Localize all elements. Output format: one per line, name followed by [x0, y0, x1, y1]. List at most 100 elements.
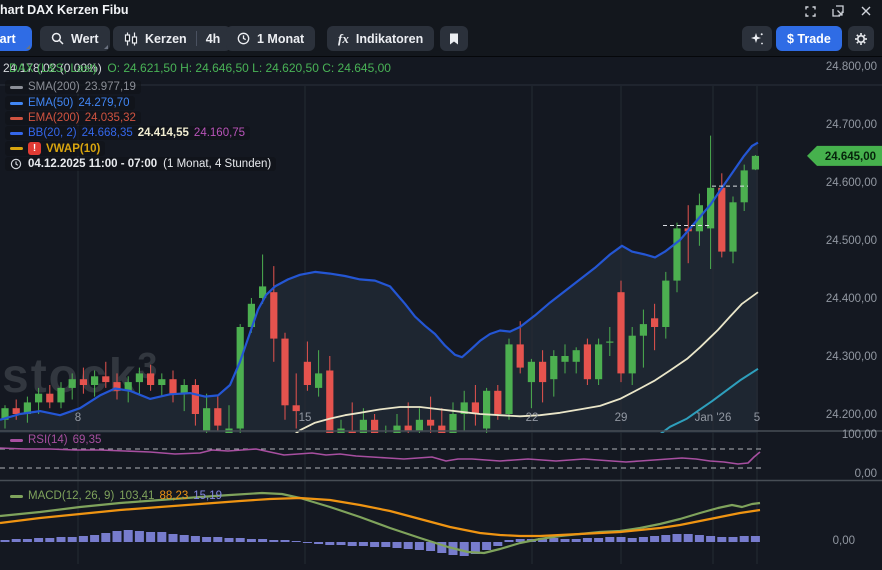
price-axis-label[interactable]: 24.500,00 [826, 235, 877, 247]
time-range-settings: (1 Monat, 4 Stunden) [163, 158, 271, 170]
bookmark-button[interactable] [440, 26, 468, 51]
candle-body [46, 394, 53, 403]
macd-histogram-bar [12, 539, 21, 542]
macd-histogram-bar [303, 542, 312, 543]
price-axis-label[interactable]: 24.700,00 [826, 119, 877, 131]
legend-sma200[interactable]: SMA(200) 23.977,19 [5, 80, 141, 94]
candle-body [293, 405, 300, 411]
macd-histogram-bar [751, 536, 760, 542]
symbol-search-button[interactable]: Wert [40, 26, 110, 51]
macd-histogram-bar [661, 535, 670, 542]
bb-color-dash [10, 132, 23, 135]
popout-icon[interactable] [832, 5, 844, 17]
close-icon[interactable] [860, 5, 872, 17]
macd-histogram-bar [213, 537, 222, 542]
candle-body [752, 156, 759, 170]
candle-body [662, 281, 669, 327]
macd-histogram-bar [493, 542, 502, 546]
macd-label: MACD(12, 26, 9) [28, 490, 114, 502]
candle-body [270, 292, 277, 338]
period-button[interactable]: 1 Monat [226, 26, 315, 51]
macd-histogram-bar [572, 539, 581, 542]
candle-body [517, 344, 524, 367]
x-axis-label: 22 [526, 412, 539, 424]
macd-histogram-bar [370, 542, 379, 547]
macd-histogram-bar [113, 531, 122, 542]
trade-button-label: $ Trade [787, 32, 831, 46]
ema200-value: 24.035,32 [85, 112, 136, 124]
macd-histogram-bar [482, 542, 491, 550]
symbol-ohlc-row[interactable]: DAX (L&S, Last) O: 24.621,50 H: 24.646,5… [9, 61, 391, 75]
macd-histogram-bar [45, 538, 54, 542]
timeframe-button[interactable]: 4h [206, 32, 221, 46]
ai-assistant-button[interactable] [742, 26, 772, 51]
macd-histogram-bar [706, 536, 715, 542]
macd-histogram-bar [505, 540, 514, 542]
macd-histogram-bar [269, 540, 278, 542]
rsi-axis-label[interactable]: 0,00 [855, 468, 877, 480]
rsi-axis-label[interactable]: 100,00 [842, 429, 877, 441]
macd-axis-label[interactable]: 0,00 [833, 535, 855, 547]
symbol-name: DAX (L&S, Last) [9, 61, 97, 75]
vwap-error-icon[interactable]: ! [28, 142, 41, 155]
legend-macd[interactable]: MACD(12, 26, 9) 103,41 88,23 15,19 [5, 489, 227, 503]
candle-body [416, 420, 423, 432]
legend-bollinger[interactable]: BB(20, 2) 24.668,35 24.414,55 24.160,75 [5, 126, 250, 140]
candle-body [69, 379, 76, 388]
indicators-button[interactable]: fx Indikatoren [327, 26, 434, 51]
legend-ema50[interactable]: EMA(50) 24.279,70 [5, 96, 135, 110]
candle-body [573, 350, 580, 362]
trade-button[interactable]: $ Trade [776, 26, 842, 51]
macd-histogram-bar [650, 536, 659, 542]
macd-histogram-bar [359, 542, 368, 546]
symbol-search-label: Wert [71, 32, 99, 46]
macd-histogram-bar [549, 538, 558, 542]
macd-color-dash [10, 495, 23, 498]
macd-histogram-bar [325, 542, 334, 545]
time-range-text: 04.12.2025 11:00 - 07:00 [28, 158, 157, 170]
macd-histogram-bar [617, 537, 626, 542]
price-axis-label[interactable]: 24.600,00 [826, 177, 877, 189]
bb-upper-value: 24.668,35 [82, 127, 133, 139]
last-price-tag-label: 24.645,00 [825, 151, 876, 163]
x-axis-label: 29 [615, 412, 628, 424]
macd-histogram-bar [717, 537, 726, 542]
candle-body [349, 431, 356, 443]
ema50-color-dash [10, 102, 23, 105]
price-axis-label[interactable]: 24.300,00 [826, 351, 877, 363]
sma200-color-dash [10, 86, 23, 89]
chart-toolbar: Chart Wert Kerzen 4h 1 Monat fx Indikato… [0, 22, 882, 57]
candle-body [472, 402, 479, 414]
macd-histogram-bar [157, 532, 166, 542]
settings-button[interactable] [848, 26, 874, 51]
candle-body [102, 376, 109, 382]
period-label: 1 Monat [257, 32, 304, 46]
price-axis-label[interactable]: 24.400,00 [826, 293, 877, 305]
candle-body [281, 339, 288, 406]
price-axis-label[interactable]: 24.800,00 [826, 61, 877, 73]
gear-icon [854, 32, 868, 46]
legend-ema200[interactable]: EMA(200) 24.035,32 [5, 111, 141, 125]
macd-histogram-bar [460, 542, 469, 556]
macd-histogram-bar [639, 537, 648, 542]
window-title: Chart DAX Kerzen Fibu [0, 3, 129, 17]
legend-rsi[interactable]: RSI(14) 69,35 [5, 433, 106, 447]
fullscreen-icon[interactable] [804, 5, 816, 17]
candle-body [561, 356, 568, 362]
macd-histogram-bar [337, 542, 346, 545]
candle-body [158, 379, 165, 385]
candle-body [80, 379, 87, 385]
chart-time-range[interactable]: 04.12.2025 11:00 - 07:00 (1 Monat, 4 Stu… [5, 157, 276, 171]
candle-body [382, 437, 389, 449]
chart-tab-button[interactable]: Chart [0, 26, 32, 51]
candle-body [595, 344, 602, 379]
chart-type-label[interactable]: Kerzen [145, 32, 187, 46]
macd-histogram-bar [628, 538, 637, 542]
macd-histogram-bar [729, 537, 738, 542]
macd-histogram-bar [348, 542, 357, 546]
legend-vwap[interactable]: ! VWAP(10) [5, 141, 105, 156]
price-axis-label[interactable]: 24.200,00 [826, 409, 877, 421]
macd-histogram-bar [381, 542, 390, 547]
sma200-label: SMA(200) [28, 81, 80, 93]
macd-hist-value: 15,19 [193, 490, 222, 502]
